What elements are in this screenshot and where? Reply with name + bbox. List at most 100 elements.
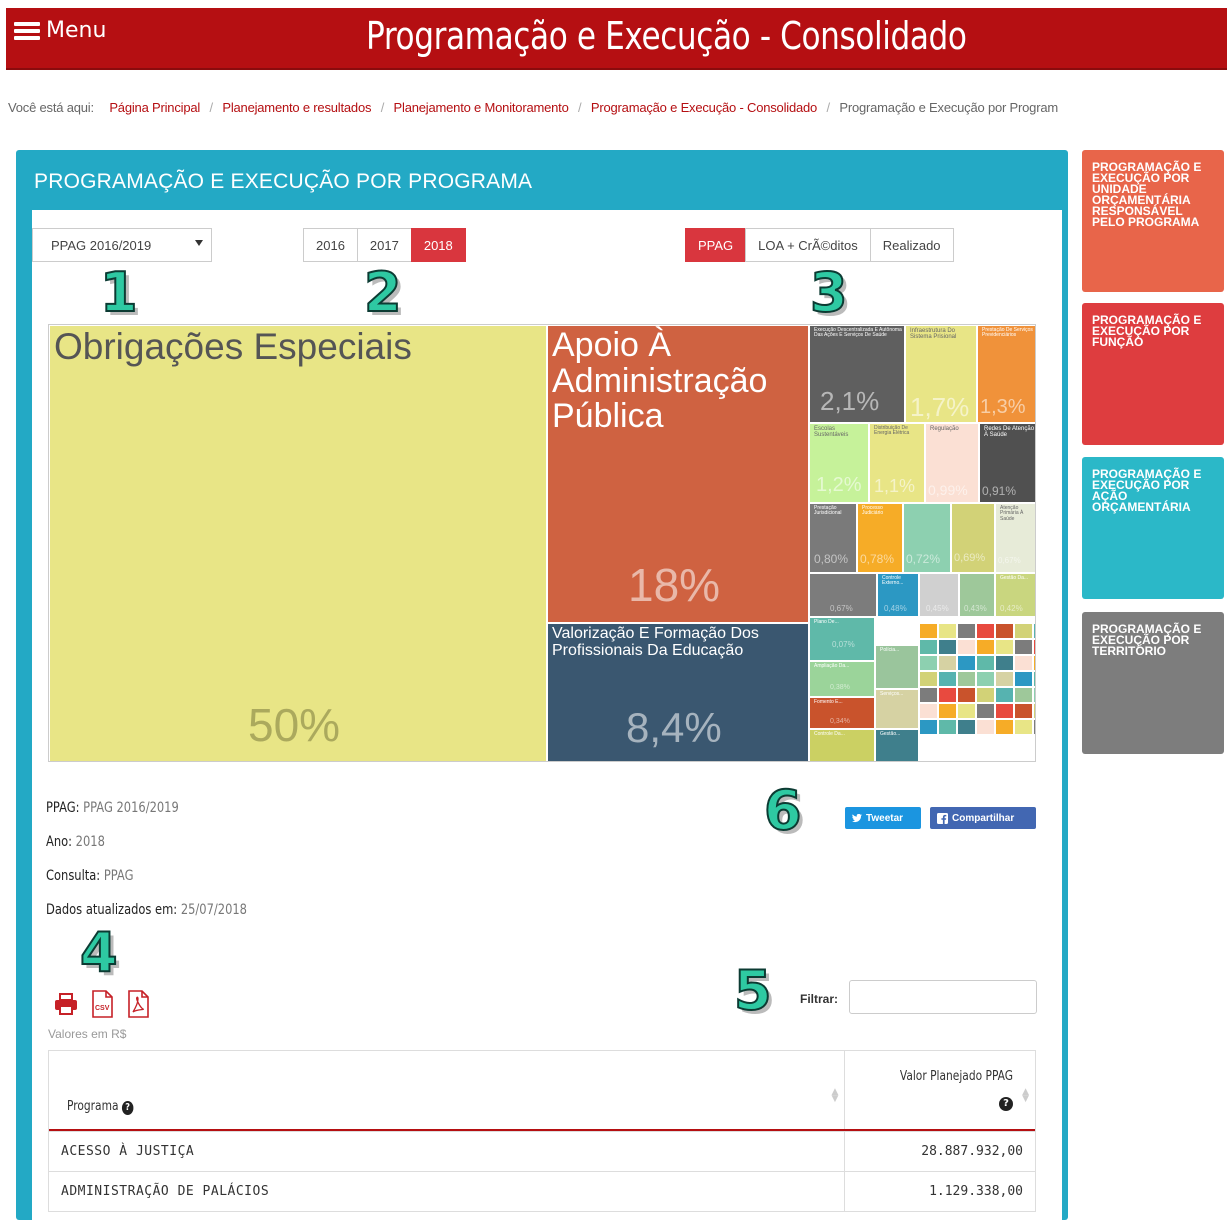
treemap-tile[interactable]: Apoio À Administração Pública 18% bbox=[547, 325, 809, 623]
treemap-small-cell[interactable] bbox=[919, 703, 938, 719]
menu-button[interactable]: Menu bbox=[14, 18, 106, 43]
treemap-small-cell[interactable] bbox=[957, 623, 976, 639]
treemap-small-cell[interactable] bbox=[1014, 623, 1033, 639]
treemap-small-cell[interactable] bbox=[919, 719, 938, 735]
treemap-tile[interactable]: Obrigações Especiais 50% bbox=[49, 325, 547, 761]
treemap-tile[interactable]: 0,45% bbox=[919, 573, 959, 617]
print-icon[interactable] bbox=[54, 993, 78, 1015]
treemap-small-cell[interactable] bbox=[976, 671, 995, 687]
facebook-share-button[interactable]: Compartilhar bbox=[930, 807, 1036, 829]
treemap-tile[interactable]: Controle Externo... 0,48% bbox=[877, 573, 919, 617]
treemap-small-cell[interactable] bbox=[957, 687, 976, 703]
treemap-small-cell[interactable] bbox=[976, 623, 995, 639]
treemap-tile[interactable]: 0,67% bbox=[809, 573, 877, 617]
treemap-small-cell[interactable] bbox=[957, 655, 976, 671]
sidebar-card-territorio[interactable]: PROGRAMAÇÃO E EXECUÇÃO POR TERRITÓRIO bbox=[1082, 612, 1224, 754]
treemap-tile[interactable]: Execução Descentralizada E Autônoma Das … bbox=[809, 325, 905, 423]
treemap-small-cell[interactable] bbox=[976, 719, 995, 735]
treemap-small-cell[interactable] bbox=[976, 655, 995, 671]
treemap-tile[interactable]: Serviços... bbox=[875, 689, 919, 729]
table-row[interactable]: ACESSO À JUSTIÇA 28.887.932,00 bbox=[49, 1131, 1035, 1171]
year-button-2016[interactable]: 2016 bbox=[303, 228, 358, 262]
sidebar-card-funcao[interactable]: PROGRAMAÇÃO E EXECUÇÃO POR FUNÇÃO bbox=[1082, 303, 1224, 445]
breadcrumb-link-monitoring[interactable]: Planejamento e Monitoramento bbox=[394, 100, 569, 115]
treemap-small-cell[interactable] bbox=[957, 703, 976, 719]
table-row[interactable]: ADMINISTRAÇÃO DE PALÁCIOS 1.129.338,00 bbox=[49, 1171, 1035, 1211]
treemap-tile[interactable]: Atenção Primária À Saúde 0,67% bbox=[995, 503, 1035, 573]
treemap-small-cell[interactable] bbox=[919, 639, 938, 655]
treemap-tile[interactable]: Plano De... 0,07% bbox=[809, 617, 875, 661]
treemap-small-cell[interactable] bbox=[919, 623, 938, 639]
treemap-tile[interactable]: Prestação De Serviços Previdenciários 1,3… bbox=[977, 325, 1035, 423]
column-header-programa[interactable]: Programa ? ▲ ▼ bbox=[49, 1051, 846, 1129]
treemap-tile[interactable]: 0,43% bbox=[959, 573, 995, 617]
treemap-small-cell[interactable] bbox=[938, 639, 957, 655]
breadcrumb-link-planning[interactable]: Planejamento e resultados bbox=[222, 100, 371, 115]
treemap-small-cell[interactable] bbox=[995, 655, 1014, 671]
treemap-tile[interactable]: Infraestrutura Do Sistema Prisional 1,7% bbox=[905, 325, 977, 423]
year-button-2017[interactable]: 2017 bbox=[356, 228, 412, 262]
breadcrumb-link-consolidated[interactable]: Programação e Execução - Consolidado bbox=[591, 100, 817, 115]
treemap-small-cell[interactable] bbox=[919, 671, 938, 687]
treemap-small-cell[interactable] bbox=[938, 623, 957, 639]
treemap-small-cell[interactable] bbox=[995, 639, 1014, 655]
filter-input[interactable] bbox=[849, 980, 1037, 1014]
treemap-small-cell[interactable] bbox=[1014, 719, 1033, 735]
treemap-tile[interactable]: Gestão... bbox=[875, 729, 919, 761]
treemap-tile[interactable]: Escolas Sustentáveis 1,2% bbox=[809, 423, 869, 503]
treemap-small-cell[interactable] bbox=[995, 703, 1014, 719]
treemap-tile[interactable]: 0,72% bbox=[903, 503, 951, 573]
help-icon[interactable]: ? bbox=[999, 1097, 1013, 1111]
treemap-small-cell[interactable] bbox=[995, 623, 1014, 639]
treemap-small-cell[interactable] bbox=[1033, 655, 1035, 671]
treemap-small-cell[interactable] bbox=[938, 655, 957, 671]
treemap-tile[interactable]: Fomento E... 0,34% bbox=[809, 697, 875, 729]
treemap-small-cell[interactable] bbox=[938, 719, 957, 735]
treemap-small-cell[interactable] bbox=[995, 687, 1014, 703]
view-button-loa-creditos[interactable]: LOA + CrÃ©ditos bbox=[745, 228, 871, 262]
sidebar-card-unidade-orcamentaria[interactable]: PROGRAMAÇÃO E EXECUÇÃO POR UNIDADE ORÇAM… bbox=[1082, 150, 1224, 292]
treemap-tile[interactable]: Prestação Jurisdicional 0,80% bbox=[809, 503, 857, 573]
treemap-small-cell[interactable] bbox=[1014, 687, 1033, 703]
breadcrumb-link-home[interactable]: Página Principal bbox=[109, 100, 200, 115]
treemap-small-cell[interactable] bbox=[1014, 703, 1033, 719]
year-button-2018[interactable]: 2018 bbox=[410, 228, 466, 262]
treemap-small-cell[interactable] bbox=[1033, 671, 1035, 687]
treemap-small-cell[interactable] bbox=[919, 687, 938, 703]
treemap-small-cell[interactable] bbox=[957, 639, 976, 655]
treemap-tile[interactable]: 0,69% bbox=[951, 503, 995, 573]
view-button-realizado[interactable]: Realizado bbox=[869, 228, 954, 262]
treemap-small-cell[interactable] bbox=[938, 703, 957, 719]
treemap-small-cell[interactable] bbox=[1033, 639, 1035, 655]
treemap-small-cell[interactable] bbox=[919, 655, 938, 671]
treemap-small-cell[interactable] bbox=[938, 671, 957, 687]
treemap-small-cell[interactable] bbox=[976, 687, 995, 703]
sidebar-card-acao-orcamentaria[interactable]: PROGRAMAÇÃO E EXECUÇÃO POR AÇÃO ORÇAMENT… bbox=[1082, 457, 1224, 599]
treemap-small-cell[interactable] bbox=[1033, 719, 1035, 735]
treemap-small-cell[interactable] bbox=[995, 671, 1014, 687]
pdf-icon[interactable] bbox=[126, 990, 150, 1018]
treemap-small-cell[interactable] bbox=[1033, 623, 1035, 639]
treemap-small-cell[interactable] bbox=[1014, 655, 1033, 671]
column-header-valor-planejado[interactable]: Valor Planejado PPAG ? ▲ ▼ bbox=[845, 1051, 1035, 1129]
treemap-tile[interactable]: Regulação 0,99% bbox=[925, 423, 979, 503]
treemap-small-cell[interactable] bbox=[957, 671, 976, 687]
tweet-button[interactable]: Tweetar bbox=[845, 807, 921, 829]
ppag-select[interactable]: PPAG 2016/2019 bbox=[32, 228, 212, 262]
help-icon[interactable]: ? bbox=[121, 1101, 134, 1115]
treemap-small-cell[interactable] bbox=[957, 719, 976, 735]
treemap-tile[interactable]: Gestão Da... 0,42% bbox=[995, 573, 1035, 617]
csv-icon[interactable]: CSV bbox=[90, 990, 114, 1018]
treemap-tile[interactable]: Redes De Atenção À Saúde 0,91% bbox=[979, 423, 1035, 503]
treemap-tile[interactable]: Polícia... bbox=[875, 645, 919, 689]
treemap-small-cell[interactable] bbox=[1033, 687, 1035, 703]
treemap-tile[interactable]: Valorização E Formação Dos Profissionais… bbox=[547, 623, 809, 761]
treemap-small-cell[interactable] bbox=[1033, 703, 1035, 719]
treemap-tile[interactable]: Ampliação Da... 0,38% bbox=[809, 661, 875, 697]
treemap-small-cell[interactable] bbox=[995, 719, 1014, 735]
treemap-small-cell[interactable] bbox=[1014, 671, 1033, 687]
treemap-small-cell[interactable] bbox=[938, 687, 957, 703]
treemap-tile[interactable]: Distribuição De Energia Elétrica 1,1% bbox=[869, 423, 925, 503]
treemap-tile[interactable]: Controle Da... bbox=[809, 729, 875, 761]
treemap-small-cell[interactable] bbox=[1014, 639, 1033, 655]
